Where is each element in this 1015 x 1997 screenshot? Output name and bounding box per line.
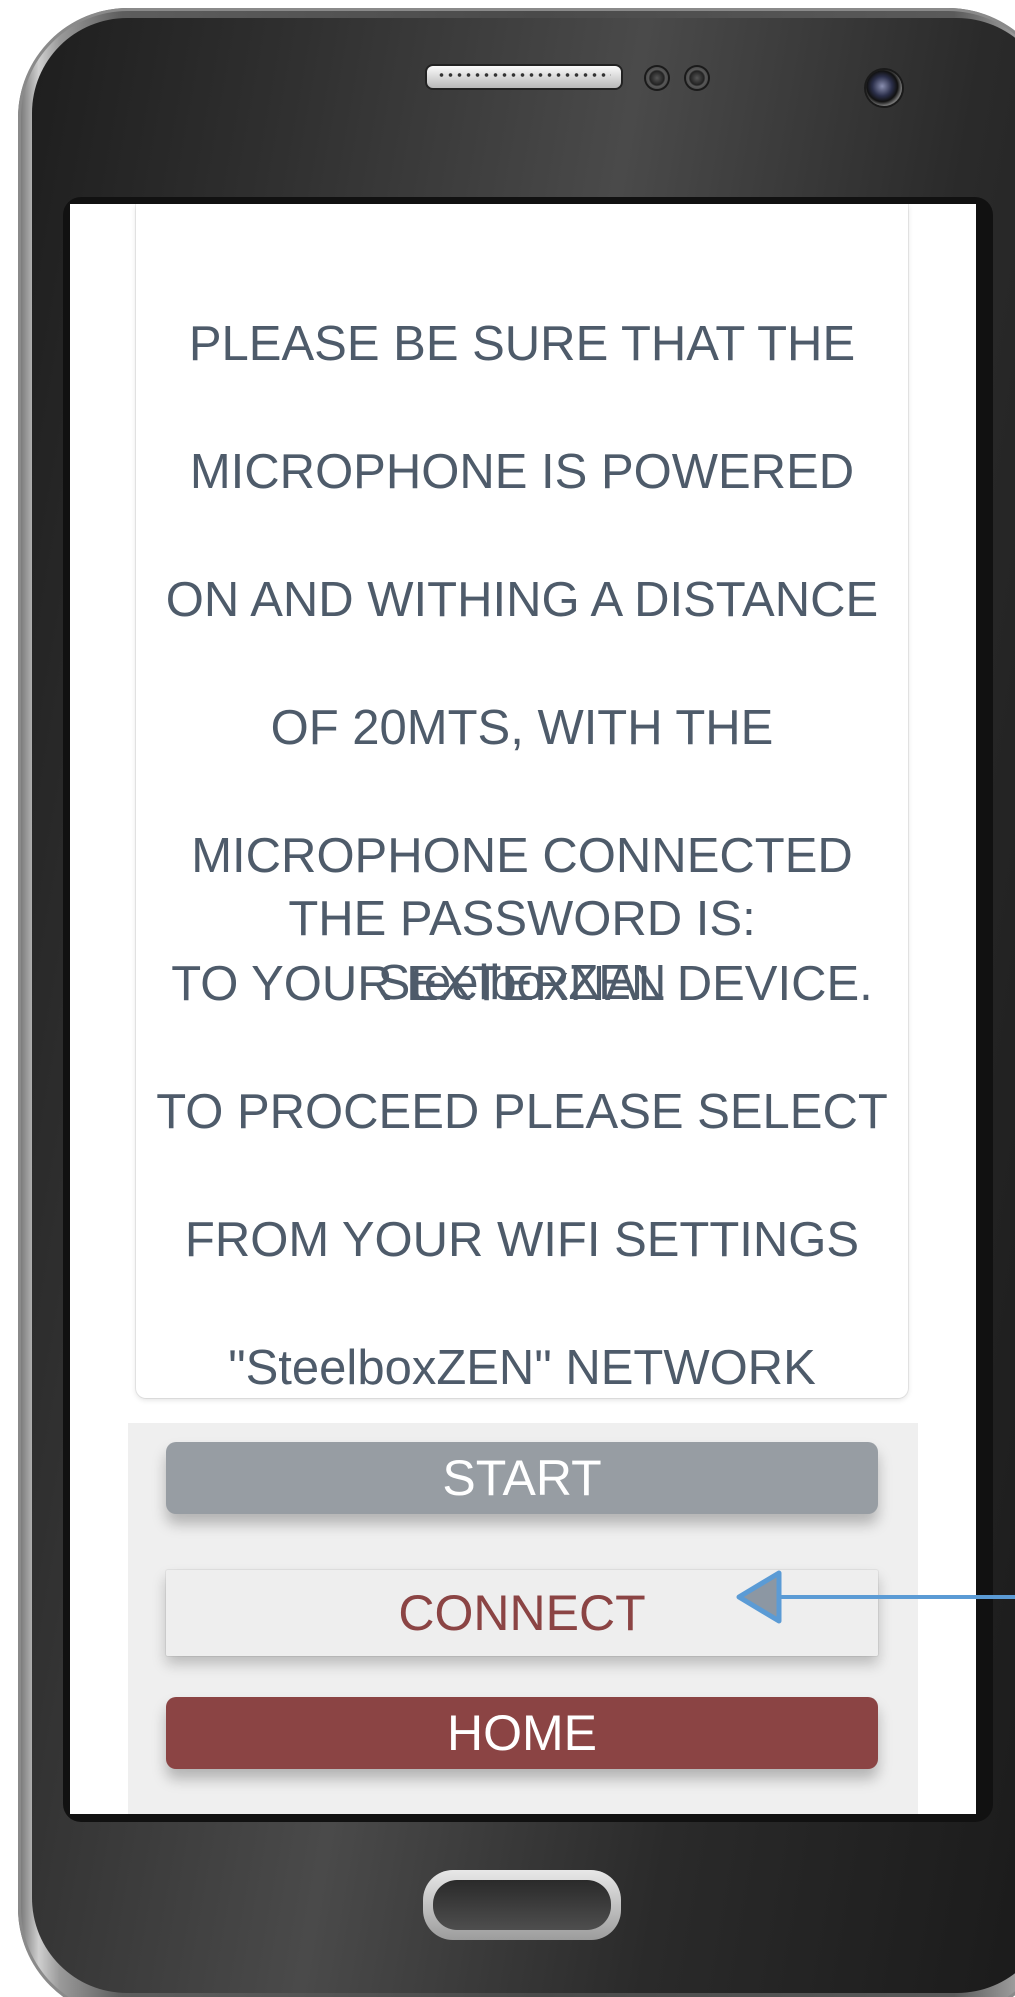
instruction-line: ON AND WITHING A DISTANCE — [165, 573, 879, 627]
device-mockup: PLEASE BE SURE THAT THE MICROPHONE IS PO… — [0, 0, 1015, 1997]
password-label: THE PASSWORD IS: — [288, 892, 756, 946]
earpiece-speaker-icon — [427, 66, 621, 88]
home-hardware-button[interactable] — [423, 1870, 621, 1940]
instructions-card: PLEASE BE SURE THAT THE MICROPHONE IS PO… — [136, 204, 908, 1398]
instruction-line: MICROPHONE CONNECTED — [191, 829, 853, 883]
proximity-sensor-icon — [646, 67, 668, 89]
home-button[interactable]: HOME — [166, 1697, 878, 1769]
instruction-line: TO PROCEED PLEASE SELECT — [156, 1085, 888, 1139]
password-value: SteelboxZEN — [377, 956, 667, 1010]
front-camera-icon — [866, 70, 902, 106]
instruction-line: OF 20MTS, WITH THE — [270, 701, 774, 755]
instructions-text: PLEASE BE SURE THAT THE MICROPHONE IS PO… — [136, 248, 908, 1464]
instruction-line: PLEASE BE SURE THAT THE — [188, 317, 856, 371]
instruction-line: MICROPHONE IS POWERED — [189, 445, 855, 499]
light-sensor-icon — [686, 67, 708, 89]
start-button[interactable]: START — [166, 1442, 878, 1514]
instruction-line: "SteelboxZEN" NETWORK — [228, 1341, 816, 1395]
instruction-line: FROM YOUR WIFI SETTINGS — [184, 1213, 860, 1267]
arrow-left-icon — [736, 1570, 1015, 1624]
